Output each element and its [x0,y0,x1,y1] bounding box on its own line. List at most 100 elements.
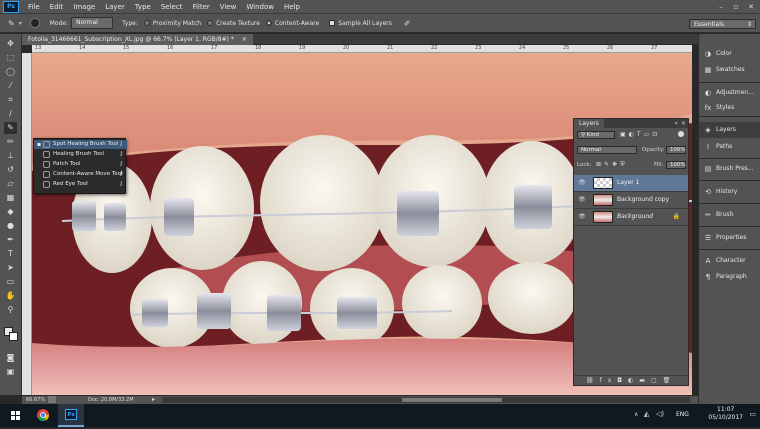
flyout-item-patch[interactable]: Patch Tool J [34,160,127,169]
new-layer-icon[interactable]: ▢ [651,377,663,384]
blend-mode-select[interactable]: Normal [577,146,637,154]
eraser-tool-icon[interactable]: ▱ [4,178,17,190]
new-group-icon[interactable]: ▬ [639,377,651,384]
dock-color[interactable]: ◑ Color [699,46,760,62]
share-icon[interactable] [48,396,56,403]
menu-type[interactable]: Type [130,0,156,14]
rectangle-tool-icon[interactable]: ▭ [4,276,17,288]
sample-all-layers-checkbox[interactable] [329,20,336,26]
close-tab-icon[interactable]: × [242,36,247,43]
dock-paragraph[interactable]: ¶ Paragraph [699,269,760,285]
scrollbar-thumb[interactable] [402,398,502,402]
minimize-icon[interactable]: – [716,2,726,12]
dock-character[interactable]: A Character [699,253,760,269]
move-tool-icon[interactable]: ✥ [4,38,17,50]
layers-tab[interactable]: Layers [574,119,604,128]
menu-view[interactable]: View [215,0,242,14]
pen-tool-icon[interactable]: ✒ [4,234,17,246]
horizontal-ruler[interactable]: 13 14 15 16 17 18 19 20 21 22 23 24 25 2… [32,45,692,53]
close-icon[interactable]: × [681,120,686,127]
layer-row-background-copy[interactable]: 👁 Background copy [574,192,688,209]
menu-layer[interactable]: Layer [100,0,130,14]
language-indicator[interactable]: ENG [676,411,689,418]
quick-mask-icon[interactable]: ◙ [4,352,17,364]
blur-tool-icon[interactable]: ◆ [4,206,17,218]
maximize-icon[interactable]: ▫ [731,2,741,12]
layer-filter-select[interactable]: ⚲ Kind [577,131,615,139]
horizontal-scrollbar[interactable] [162,397,690,403]
dock-swatches[interactable]: ▦ Swatches [699,62,760,78]
workspace-select[interactable]: Essentials ⇕ [689,19,756,29]
menu-file[interactable]: File [23,0,45,14]
network-icon[interactable]: ◭ [644,410,649,418]
quick-select-tool-icon[interactable]: ⁄ [4,80,17,92]
crop-tool-icon[interactable]: ⌗ [4,94,17,106]
gradient-tool-icon[interactable]: ▦ [4,192,17,204]
tool-preset-chevron-icon[interactable]: ▾ [19,20,22,27]
fill-input[interactable]: 100% [666,161,686,169]
clone-stamp-tool-icon[interactable]: ⊥ [4,150,17,162]
tray-chevron-icon[interactable]: ∧ [634,411,638,418]
path-select-tool-icon[interactable]: ➤ [4,262,17,274]
content-aware-radio[interactable] [265,20,272,26]
vertical-ruler[interactable] [22,53,32,395]
dock-styles[interactable]: fx Styles [699,100,760,112]
hand-tool-icon[interactable]: ✋ [4,290,17,302]
zoom-level[interactable]: 66.67% [26,397,45,403]
volume-icon[interactable]: ◁) [656,410,664,418]
visibility-eye-icon[interactable]: 👁 [578,213,586,221]
fx-icon[interactable]: fx [600,377,618,384]
opacity-input[interactable]: 100% [666,146,686,154]
notifications-icon[interactable]: ▭ [749,410,756,418]
trash-icon[interactable]: 🗑 [663,377,677,384]
dodge-tool-icon[interactable]: ● [4,220,17,232]
flyout-item-healing-brush[interactable]: Healing Brush Tool J [34,150,127,159]
menu-select[interactable]: Select [156,0,188,14]
create-texture-radio[interactable] [207,20,214,26]
background-color-swatch[interactable] [9,332,18,341]
flyout-item-spot-healing-brush[interactable]: ▪ Spot Healing Brush Tool J [34,140,127,149]
brush-tool-icon[interactable]: ✏ [4,136,17,148]
dock-brush-presets[interactable]: ▤ Brush Pres... [699,161,760,177]
menu-help[interactable]: Help [279,0,305,14]
spot-healing-tool-icon[interactable]: ✎ [8,19,15,28]
layer-row-background[interactable]: 👁 Background 🔒 [574,209,688,226]
collapse-icon[interactable]: « [674,120,678,127]
menu-window[interactable]: Window [241,0,279,14]
dock-history[interactable]: ⟲ History [699,184,760,200]
start-button[interactable] [3,404,29,427]
screen-mode-icon[interactable]: ▣ [4,366,17,378]
mode-select[interactable]: Normal [71,17,114,29]
dock-layers[interactable]: ◈ Layers [699,122,760,138]
zoom-tool-icon[interactable]: ⚲ [4,304,17,316]
dock-adjustments[interactable]: ◐ Adjustmen... [699,85,760,101]
menu-edit[interactable]: Edit [45,0,69,14]
menu-filter[interactable]: Filter [187,0,214,14]
document-tab[interactable]: Fotolia_31466661_Subscription_XL.jpg @ 6… [22,34,253,45]
type-tool-icon[interactable]: T [4,248,17,260]
menu-image[interactable]: Image [68,0,100,14]
add-mask-icon[interactable]: ◘ [617,377,628,384]
flyout-item-red-eye[interactable]: Red Eye Tool J [34,180,127,189]
flyout-item-content-aware-move[interactable]: Content-Aware Move Tool J [34,170,127,179]
chrome-taskbar-button[interactable] [30,404,56,427]
dock-properties[interactable]: ☰ Properties [699,230,760,246]
link-layers-icon[interactable]: ⛓ [586,377,600,384]
visibility-eye-icon[interactable]: 👁 [578,179,586,187]
layer-row-layer-1[interactable]: 👁 Layer 1 [574,175,688,192]
visibility-eye-icon[interactable]: 👁 [578,196,586,204]
dock-paths[interactable]: ⌇ Paths [699,139,760,155]
clock[interactable]: 11:07 05/10/2017 [708,406,743,422]
close-icon[interactable]: ✕ [746,2,756,12]
marquee-tool-icon[interactable]: ⬚ [4,52,17,64]
filter-toggle-icon[interactable] [678,131,684,137]
pressure-size-icon[interactable]: ✐ [404,19,411,28]
brush-picker[interactable] [29,18,40,28]
lasso-tool-icon[interactable]: ◯ [4,66,17,78]
history-brush-tool-icon[interactable]: ↺ [4,164,17,176]
adjustment-layer-icon[interactable]: ◐ [628,377,639,384]
status-menu-icon[interactable]: ▸ [152,396,155,403]
eyedropper-tool-icon[interactable]: / [4,108,17,120]
photoshop-taskbar-button[interactable]: Ps [58,404,84,427]
dock-brush[interactable]: ✏ Brush [699,207,760,223]
